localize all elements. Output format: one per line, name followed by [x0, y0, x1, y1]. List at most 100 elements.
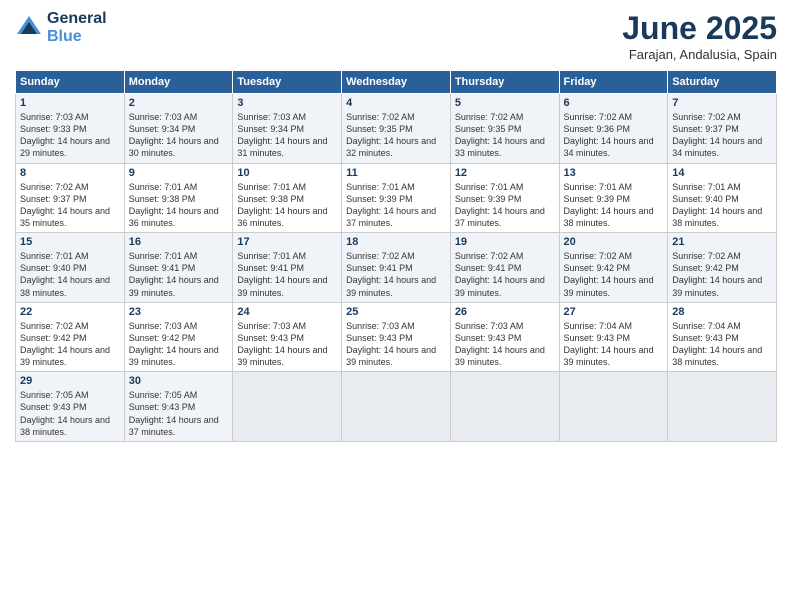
- cell-content: 19Sunrise: 7:02 AMSunset: 9:41 PMDayligh…: [455, 236, 555, 299]
- calendar-week-row: 8 Sunrise: 7:02 AMSunset: 9:37 PMDaylight…: [16, 163, 777, 233]
- calendar-cell: 15 Sunrise: 7:01 AMSunset: 9:40 PMDayligh…: [16, 233, 125, 303]
- calendar-cell: [342, 372, 451, 442]
- day-number: 9: [129, 167, 229, 179]
- day-number: 29: [20, 375, 120, 387]
- calendar-cell: 14 Sunrise: 7:01 AMSunset: 9:40 PMDayligh…: [668, 163, 777, 233]
- day-number: 28: [672, 306, 772, 318]
- day-info: Sunrise: 7:02 AMSunset: 9:42 PMDaylight:…: [564, 250, 664, 299]
- cell-content: 6 Sunrise: 7:02 AMSunset: 9:36 PMDaylight…: [564, 97, 664, 160]
- calendar-cell: 17Sunrise: 7:01 AMSunset: 9:41 PMDayligh…: [233, 233, 342, 303]
- calendar-cell: 13Sunrise: 7:01 AMSunset: 9:39 PMDayligh…: [559, 163, 668, 233]
- calendar-cell: 26Sunrise: 7:03 AMSunset: 9:43 PMDayligh…: [450, 302, 559, 372]
- location-subtitle: Farajan, Andalusia, Spain: [622, 47, 777, 62]
- calendar-cell: 11 Sunrise: 7:01 AMSunset: 9:39 PMDayligh…: [342, 163, 451, 233]
- calendar-header-row: Sunday Monday Tuesday Wednesday Thursday…: [16, 71, 777, 94]
- calendar-week-row: 22 Sunrise: 7:02 AMSunset: 9:42 PMDayligh…: [16, 302, 777, 372]
- day-number: 15: [20, 236, 120, 248]
- day-number: 19: [455, 236, 555, 248]
- day-number: 11: [346, 167, 446, 179]
- day-info: Sunrise: 7:02 AMSunset: 9:35 PMDaylight:…: [346, 111, 446, 160]
- calendar-cell: 30Sunrise: 7:05 AMSunset: 9:43 PMDayligh…: [124, 372, 233, 442]
- day-number: 8: [20, 167, 120, 179]
- day-info: Sunrise: 7:01 AMSunset: 9:38 PMDaylight:…: [237, 181, 337, 230]
- day-number: 30: [129, 375, 229, 387]
- calendar-cell: 23 Sunrise: 7:03 AMSunset: 9:42 PMDayligh…: [124, 302, 233, 372]
- day-info: Sunrise: 7:03 AMSunset: 9:34 PMDaylight:…: [129, 111, 229, 160]
- day-info: Sunrise: 7:01 AMSunset: 9:41 PMDaylight:…: [129, 250, 229, 299]
- day-number: 4: [346, 97, 446, 109]
- calendar-week-row: 29Sunrise: 7:05 AMSunset: 9:43 PMDayligh…: [16, 372, 777, 442]
- logo: General Blue: [15, 10, 107, 46]
- calendar-cell: 6 Sunrise: 7:02 AMSunset: 9:36 PMDaylight…: [559, 94, 668, 164]
- day-info: Sunrise: 7:02 AMSunset: 9:41 PMDaylight:…: [346, 250, 446, 299]
- day-info: Sunrise: 7:02 AMSunset: 9:42 PMDaylight:…: [20, 320, 120, 369]
- cell-content: 29Sunrise: 7:05 AMSunset: 9:43 PMDayligh…: [20, 375, 120, 438]
- day-info: Sunrise: 7:02 AMSunset: 9:37 PMDaylight:…: [672, 111, 772, 160]
- calendar-cell: [559, 372, 668, 442]
- day-info: Sunrise: 7:01 AMSunset: 9:39 PMDaylight:…: [455, 181, 555, 230]
- calendar-week-row: 15 Sunrise: 7:01 AMSunset: 9:40 PMDayligh…: [16, 233, 777, 303]
- cell-content: 15 Sunrise: 7:01 AMSunset: 9:40 PMDayligh…: [20, 236, 120, 299]
- cell-content: 14 Sunrise: 7:01 AMSunset: 9:40 PMDayligh…: [672, 167, 772, 230]
- calendar-cell: [450, 372, 559, 442]
- day-number: 20: [564, 236, 664, 248]
- calendar-cell: 29Sunrise: 7:05 AMSunset: 9:43 PMDayligh…: [16, 372, 125, 442]
- cell-content: 27 Sunrise: 7:04 AMSunset: 9:43 PMDayligh…: [564, 306, 664, 369]
- day-info: Sunrise: 7:01 AMSunset: 9:40 PMDaylight:…: [672, 181, 772, 230]
- day-info: Sunrise: 7:01 AMSunset: 9:39 PMDaylight:…: [346, 181, 446, 230]
- cell-content: 9Sunrise: 7:01 AMSunset: 9:38 PMDaylight…: [129, 167, 229, 230]
- cell-content: 28Sunrise: 7:04 AMSunset: 9:43 PMDayligh…: [672, 306, 772, 369]
- cell-content: 11 Sunrise: 7:01 AMSunset: 9:39 PMDayligh…: [346, 167, 446, 230]
- calendar-cell: 28Sunrise: 7:04 AMSunset: 9:43 PMDayligh…: [668, 302, 777, 372]
- day-info: Sunrise: 7:01 AMSunset: 9:40 PMDaylight:…: [20, 250, 120, 299]
- day-number: 23: [129, 306, 229, 318]
- calendar-cell: 3Sunrise: 7:03 AMSunset: 9:34 PMDaylight…: [233, 94, 342, 164]
- cell-content: 21Sunrise: 7:02 AMSunset: 9:42 PMDayligh…: [672, 236, 772, 299]
- day-info: Sunrise: 7:02 AMSunset: 9:35 PMDaylight:…: [455, 111, 555, 160]
- day-number: 10: [237, 167, 337, 179]
- day-number: 22: [20, 306, 120, 318]
- day-number: 18: [346, 236, 446, 248]
- calendar-cell: 8 Sunrise: 7:02 AMSunset: 9:37 PMDaylight…: [16, 163, 125, 233]
- day-info: Sunrise: 7:04 AMSunset: 9:43 PMDaylight:…: [564, 320, 664, 369]
- day-number: 1: [20, 97, 120, 109]
- cell-content: 26Sunrise: 7:03 AMSunset: 9:43 PMDayligh…: [455, 306, 555, 369]
- calendar-cell: 9Sunrise: 7:01 AMSunset: 9:38 PMDaylight…: [124, 163, 233, 233]
- cell-content: 16 Sunrise: 7:01 AMSunset: 9:41 PMDayligh…: [129, 236, 229, 299]
- day-info: Sunrise: 7:02 AMSunset: 9:36 PMDaylight:…: [564, 111, 664, 160]
- cell-content: 30Sunrise: 7:05 AMSunset: 9:43 PMDayligh…: [129, 375, 229, 438]
- calendar-cell: [233, 372, 342, 442]
- cell-content: 12Sunrise: 7:01 AMSunset: 9:39 PMDayligh…: [455, 167, 555, 230]
- header: General Blue June 2025 Farajan, Andalusi…: [15, 10, 777, 62]
- day-info: Sunrise: 7:01 AMSunset: 9:39 PMDaylight:…: [564, 181, 664, 230]
- day-number: 25: [346, 306, 446, 318]
- cell-content: 2Sunrise: 7:03 AMSunset: 9:34 PMDaylight…: [129, 97, 229, 160]
- logo-icon: [15, 14, 43, 42]
- day-info: Sunrise: 7:03 AMSunset: 9:33 PMDaylight:…: [20, 111, 120, 160]
- day-number: 27: [564, 306, 664, 318]
- calendar-page: General Blue June 2025 Farajan, Andalusi…: [0, 0, 792, 612]
- logo-text: General Blue: [47, 10, 107, 46]
- day-number: 21: [672, 236, 772, 248]
- day-info: Sunrise: 7:03 AMSunset: 9:42 PMDaylight:…: [129, 320, 229, 369]
- day-info: Sunrise: 7:03 AMSunset: 9:43 PMDaylight:…: [237, 320, 337, 369]
- col-sunday: Sunday: [16, 71, 125, 94]
- day-info: Sunrise: 7:03 AMSunset: 9:43 PMDaylight:…: [346, 320, 446, 369]
- day-number: 3: [237, 97, 337, 109]
- calendar-cell: 20 Sunrise: 7:02 AMSunset: 9:42 PMDayligh…: [559, 233, 668, 303]
- calendar-cell: 1 Sunrise: 7:03 AMSunset: 9:33 PMDaylight…: [16, 94, 125, 164]
- day-number: 14: [672, 167, 772, 179]
- day-number: 6: [564, 97, 664, 109]
- day-info: Sunrise: 7:02 AMSunset: 9:37 PMDaylight:…: [20, 181, 120, 230]
- cell-content: 3Sunrise: 7:03 AMSunset: 9:34 PMDaylight…: [237, 97, 337, 160]
- cell-content: 7Sunrise: 7:02 AMSunset: 9:37 PMDaylight…: [672, 97, 772, 160]
- day-number: 5: [455, 97, 555, 109]
- calendar-cell: 25 Sunrise: 7:03 AMSunset: 9:43 PMDayligh…: [342, 302, 451, 372]
- col-monday: Monday: [124, 71, 233, 94]
- day-info: Sunrise: 7:01 AMSunset: 9:41 PMDaylight:…: [237, 250, 337, 299]
- day-number: 16: [129, 236, 229, 248]
- col-friday: Friday: [559, 71, 668, 94]
- cell-content: 10 Sunrise: 7:01 AMSunset: 9:38 PMDayligh…: [237, 167, 337, 230]
- calendar-cell: 27 Sunrise: 7:04 AMSunset: 9:43 PMDayligh…: [559, 302, 668, 372]
- calendar-cell: 7Sunrise: 7:02 AMSunset: 9:37 PMDaylight…: [668, 94, 777, 164]
